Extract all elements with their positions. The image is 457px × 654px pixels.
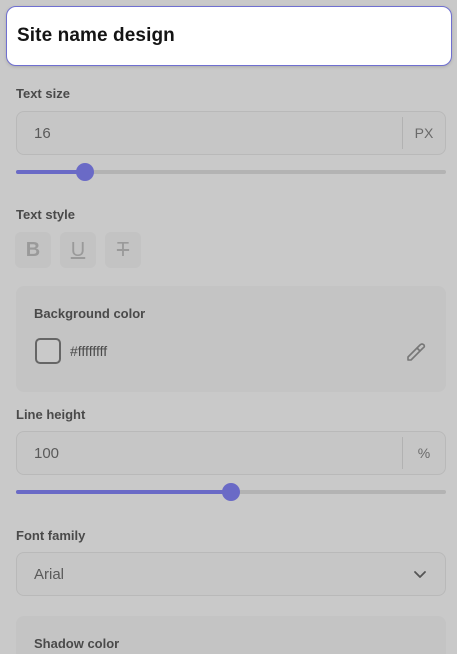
design-panel: Site name design Text size 16 PX Text st… xyxy=(0,0,457,654)
underline-icon: U xyxy=(70,238,86,261)
text-style-label: Text style xyxy=(16,207,76,222)
line-height-label: Line height xyxy=(16,407,86,422)
shadow-color-label: Shadow color xyxy=(34,636,120,651)
chevron-down-icon xyxy=(414,571,426,578)
slider-fill xyxy=(16,490,231,494)
background-color-panel: Background color #ffffffff xyxy=(16,286,446,392)
line-height-unit: % xyxy=(417,445,431,461)
eyedropper-icon[interactable] xyxy=(404,340,428,364)
text-size-slider[interactable] xyxy=(16,162,446,182)
font-family-label: Font family xyxy=(16,528,86,543)
background-color-label: Background color xyxy=(34,306,146,321)
panel-title: Site name design xyxy=(17,25,175,46)
shadow-color-panel: Shadow color xyxy=(16,616,446,654)
slider-thumb[interactable] xyxy=(222,483,240,501)
line-height-value[interactable]: 100 xyxy=(17,445,402,462)
underline-button[interactable]: U xyxy=(60,232,96,268)
bold-icon: B xyxy=(25,238,41,261)
text-size-unit: PX xyxy=(414,125,434,141)
slider-thumb[interactable] xyxy=(75,163,94,181)
line-height-field[interactable]: 100 % xyxy=(16,431,446,475)
slider-fill xyxy=(16,170,85,174)
line-height-slider[interactable] xyxy=(16,482,446,502)
text-size-field[interactable]: 16 PX xyxy=(16,111,446,155)
background-color-value[interactable]: #ffffffff xyxy=(70,343,107,359)
text-size-label: Text size xyxy=(16,86,70,101)
font-family-value: Arial xyxy=(34,565,65,583)
font-family-select[interactable]: Arial xyxy=(16,552,446,596)
background-color-swatch[interactable] xyxy=(35,338,61,364)
panel-header: Site name design xyxy=(6,6,452,66)
text-size-value[interactable]: 16 xyxy=(17,125,402,142)
bold-button[interactable]: B xyxy=(15,232,51,268)
strikethrough-icon: T xyxy=(116,238,130,261)
strikethrough-button[interactable]: T xyxy=(105,232,141,268)
